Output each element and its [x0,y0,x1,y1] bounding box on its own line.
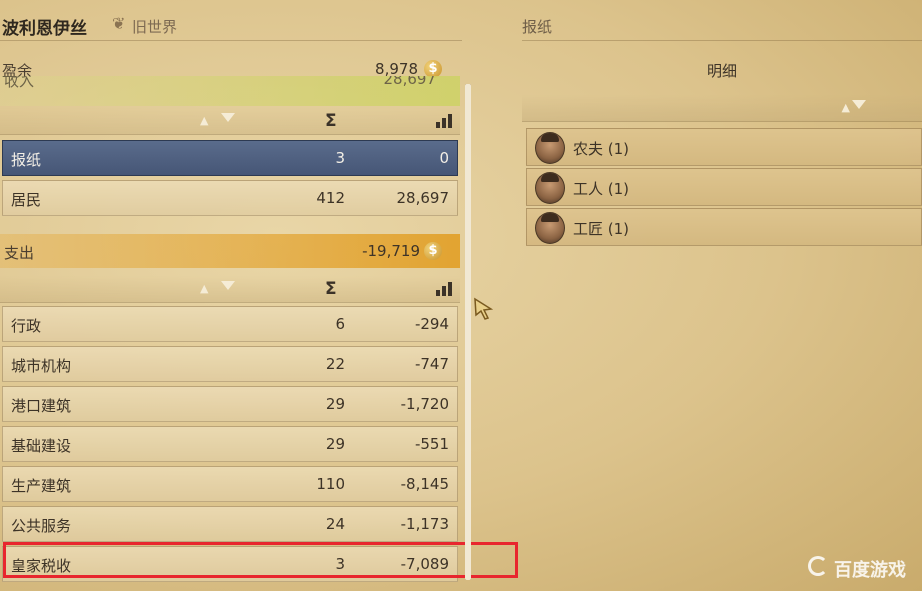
row-amount: -747 [414,355,449,373]
detail-column-header: ▲ [522,95,922,122]
income-label: 收入 [4,76,35,90]
expense-row[interactable]: 城市机构 22 -747 [2,346,458,382]
income-column-header: ▲ Σ [0,108,460,135]
highlight-box [3,542,518,578]
row-name: 公共服务 [11,517,72,535]
detail-row-worker[interactable]: 工人 (1) [526,168,922,206]
row-amount: 0 [439,149,449,167]
detail-row-label: 工人 (1) [573,180,630,198]
detail-row-label: 工匠 (1) [573,220,630,238]
city-header: 波利恩伊丝 ❦ 旧世界 [0,10,462,41]
cursor-icon [474,297,494,320]
detail-row-artisan[interactable]: 工匠 (1) [526,208,922,246]
row-count: 110 [316,475,345,493]
farmer-avatar-icon [535,132,565,164]
row-name: 港口建筑 [11,397,72,415]
expense-row[interactable]: 基础建设 29 -551 [2,426,458,462]
scrollbar-thumb[interactable] [465,84,471,580]
detail-row-label: 农夫 (1) [573,140,630,158]
row-count: 29 [325,395,345,413]
row-count: 22 [325,355,345,373]
bar-chart-icon[interactable] [436,114,452,128]
row-name: 居民 [11,191,42,209]
row-amount: -1,173 [400,515,449,533]
row-name: 行政 [11,317,42,335]
region-name: 旧世界 [132,18,178,36]
city-name: 波利恩伊丝 [2,19,87,39]
worker-avatar-icon [535,172,565,204]
filter-icon[interactable] [221,113,235,122]
row-count: 3 [335,149,345,167]
artisan-avatar-icon [535,212,565,244]
detail-title: 明细 [706,62,737,80]
dollar-coin-icon: $ [424,242,442,260]
row-count: 412 [316,189,345,207]
scrollbar[interactable] [465,84,471,580]
sum-icon[interactable]: Σ [325,111,337,131]
sort-icon[interactable]: ▲ [200,114,208,127]
row-name: 报纸 [11,151,42,169]
expense-total: -19,719 [362,242,420,260]
expense-header[interactable]: 支出 -19,719 [0,234,460,268]
expense-column-header: ▲ Σ [0,276,460,303]
income-row-residents[interactable]: 居民 412 28,697 [2,180,458,216]
sort-icon[interactable]: ▲ [200,282,208,295]
expense-row[interactable]: 生产建筑 110 -8,145 [2,466,458,502]
income-row-newspaper[interactable]: 报纸 3 0 [2,140,458,176]
expense-row[interactable]: 行政 6 -294 [2,306,458,342]
row-name: 城市机构 [11,357,72,375]
row-amount: -1,720 [400,395,449,413]
row-name: 基础建设 [11,437,72,455]
sum-icon[interactable]: Σ [325,279,337,299]
row-amount: 28,697 [396,189,450,207]
filter-icon[interactable] [852,100,866,109]
row-count: 6 [335,315,345,333]
row-amount: -8,145 [400,475,449,493]
row-name: 生产建筑 [11,477,72,495]
laurel-icon: ❦ [112,14,126,33]
detail-row-farmer[interactable]: 农夫 (1) [526,128,922,166]
expense-row[interactable]: 公共服务 24 -1,173 [2,506,458,542]
row-count: 24 [325,515,345,533]
bar-chart-icon[interactable] [436,282,452,296]
expense-row[interactable]: 港口建筑 29 -1,720 [2,386,458,422]
expense-label: 支出 [4,244,35,262]
income-total: 28,697 [383,76,437,88]
row-amount: -294 [414,315,449,333]
row-count: 29 [325,435,345,453]
watermark: 百度游戏 [834,560,906,581]
watermark-logo-icon [808,556,828,576]
row-amount: -551 [414,435,449,453]
sort-icon[interactable]: ▲ [842,101,850,114]
detail-header: 报纸 [522,10,922,41]
filter-icon[interactable] [221,281,235,290]
income-header[interactable]: 收入 28,697 [0,76,460,106]
detail-header-title: 报纸 [522,18,553,36]
